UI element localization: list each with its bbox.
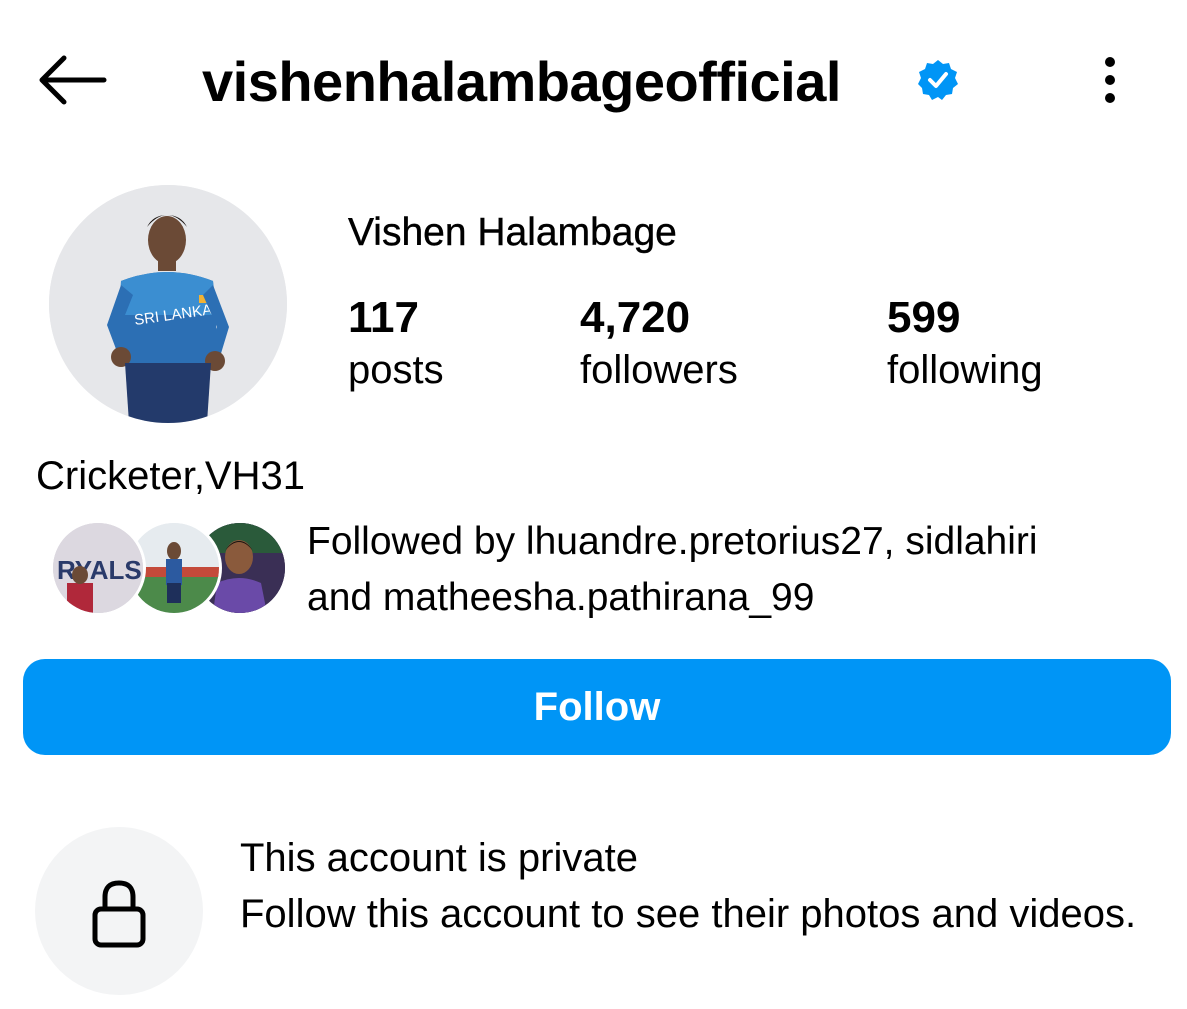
lock-icon — [92, 880, 146, 948]
posts-label: posts — [348, 348, 444, 392]
profile-avatar[interactable]: SRI LANKA — [49, 185, 287, 423]
more-options-icon[interactable] — [1092, 52, 1128, 108]
following-count: 599 — [887, 293, 961, 342]
profile-photo: SRI LANKA — [49, 185, 287, 423]
private-account-subtitle: Follow this account to see their photos … — [240, 892, 1137, 936]
profile-username: vishenhalambageofficial — [202, 50, 841, 113]
followers-count: 4,720 — [580, 293, 691, 342]
follow-button[interactable]: Follow — [23, 659, 1171, 755]
verified-badge-icon — [918, 60, 958, 100]
display-name: Vishen Halambage — [348, 211, 677, 254]
stat-posts[interactable]: 117 posts — [348, 292, 444, 396]
private-lock-badge — [35, 827, 203, 995]
stat-followers[interactable]: 4,720 followers — [580, 292, 738, 396]
followed-by-line2: and matheesha.pathirana_99 — [307, 576, 815, 619]
mutual-followers-avatars[interactable]: RYALS — [50, 520, 288, 616]
followed-by-text[interactable]: Followed by lhuandre.pretorius27, sidlah… — [307, 514, 1167, 626]
mutual-avatar-1: RYALS — [50, 520, 146, 616]
back-arrow-icon[interactable] — [36, 52, 108, 108]
followed-by-line1: Followed by lhuandre.pretorius27, sidlah… — [307, 520, 1038, 563]
private-account-title: This account is private — [240, 836, 638, 880]
mutual-avatar-1-text: RYALS — [57, 555, 142, 585]
posts-count: 117 — [348, 293, 419, 342]
stat-following[interactable]: 599 following — [887, 292, 1043, 396]
following-label: following — [887, 348, 1043, 392]
profile-bio: Cricketer,VH31 — [36, 454, 305, 498]
followers-label: followers — [580, 348, 738, 392]
